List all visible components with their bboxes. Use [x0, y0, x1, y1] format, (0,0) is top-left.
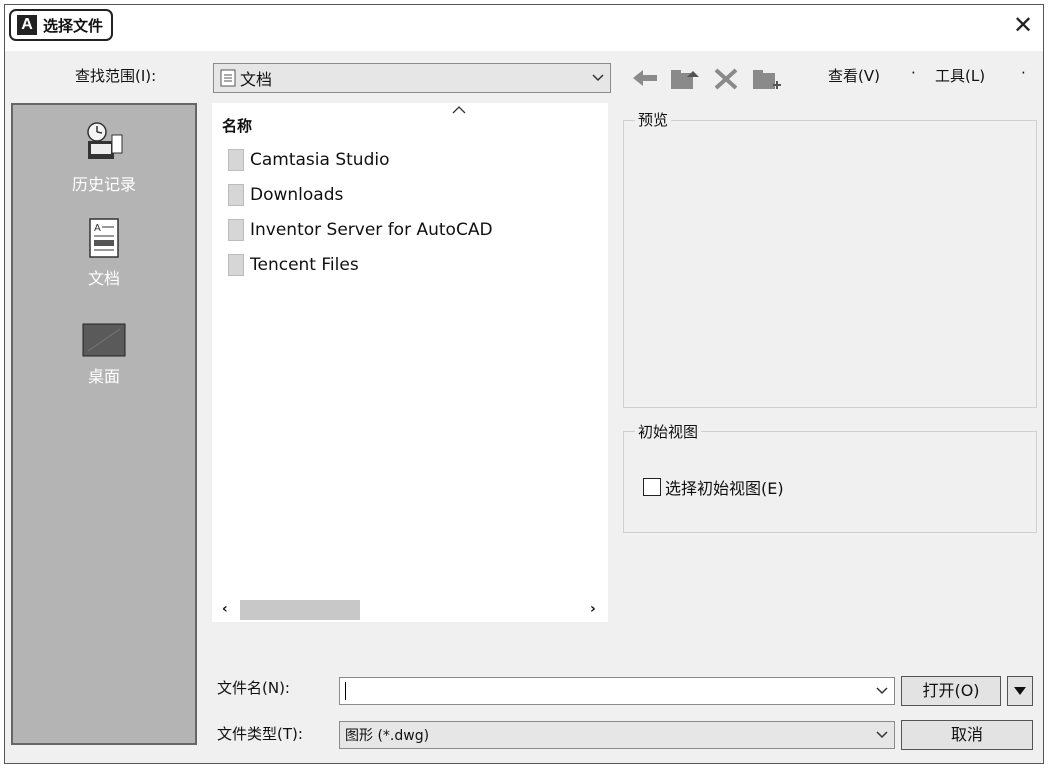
history-icon [87, 122, 123, 159]
preview-group [623, 120, 1037, 408]
filetype-dropdown[interactable]: 图形 (*.dwg) [339, 721, 895, 749]
file-list-item-label: Inventor Server for AutoCAD [250, 220, 493, 240]
documents-icon: A [89, 218, 119, 258]
autocad-logo-icon: A [17, 15, 37, 35]
select-initial-view-option[interactable]: 选择初始视图(E) [643, 475, 784, 499]
text-cursor [345, 682, 346, 700]
back-icon[interactable] [631, 67, 659, 89]
chevron-down-icon [592, 74, 604, 82]
look-in-dropdown[interactable]: 文档 [213, 63, 611, 93]
document-folder-icon [220, 69, 236, 87]
open-options-button[interactable] [1007, 676, 1033, 706]
caret-down-icon [1014, 687, 1026, 695]
file-list-pane[interactable]: 名称 Camtasia Studio Downloads Inventor Se… [212, 103, 608, 622]
scroll-right-icon[interactable]: › [590, 601, 596, 617]
close-button[interactable]: ✕ [1009, 11, 1037, 39]
file-list-item-label: Tencent Files [250, 255, 359, 275]
filename-input[interactable] [339, 677, 895, 705]
folder-icon [228, 149, 244, 171]
filename-label: 文件名(N): [217, 679, 290, 697]
select-file-dialog: A 选择文件 ✕ 查找范围(I): 文档 查看(V) · 工具(L) · 历史记… [4, 4, 1044, 764]
desktop-icon [82, 323, 126, 357]
title-chip: A 选择文件 [9, 9, 114, 41]
scroll-left-icon[interactable]: ‹ [222, 601, 228, 617]
new-folder-icon[interactable] [751, 67, 781, 91]
open-button[interactable]: 打开(O) [901, 676, 1001, 706]
up-one-level-icon[interactable] [669, 67, 699, 91]
name-column-header[interactable]: 名称 [222, 115, 252, 136]
folder-icon [228, 184, 244, 206]
places-bar: 历史记录 A 文档 桌面 [11, 103, 197, 745]
folder-icon [228, 219, 244, 241]
place-desktop[interactable]: 桌面 [13, 323, 195, 387]
tools-menu[interactable]: 工具(L) [935, 65, 985, 86]
look-in-label: 查找范围(I): [75, 67, 157, 85]
title-bar: A 选择文件 ✕ [5, 5, 1043, 51]
place-label-documents: 文档 [87, 269, 120, 288]
chevron-down-icon [876, 731, 888, 739]
place-label-history: 历史记录 [71, 175, 136, 194]
cancel-button[interactable]: 取消 [901, 720, 1033, 750]
folder-icon [228, 254, 244, 276]
place-history[interactable]: 历史记录 [13, 121, 195, 195]
file-list-item[interactable]: Tencent Files [228, 252, 359, 278]
file-list-item[interactable]: Camtasia Studio [228, 147, 389, 173]
select-initial-view-checkbox[interactable] [643, 478, 661, 496]
look-in-value: 文档 [240, 70, 273, 89]
svg-text:A: A [94, 223, 101, 234]
place-documents[interactable]: A 文档 [13, 217, 195, 289]
view-menu[interactable]: 查看(V) [828, 65, 880, 86]
preview-label: 预览 [635, 109, 672, 130]
delete-icon[interactable] [713, 67, 739, 91]
filetype-value: 图形 (*.dwg) [345, 728, 430, 744]
scroll-thumb[interactable] [240, 600, 360, 620]
file-list-item[interactable]: Inventor Server for AutoCAD [228, 217, 493, 243]
file-list-item[interactable]: Downloads [228, 182, 343, 208]
horizontal-scrollbar[interactable]: ‹ › [212, 598, 608, 622]
file-list-item-label: Downloads [250, 185, 344, 205]
menu-dot-tools: · [1021, 64, 1026, 82]
file-list-item-label: Camtasia Studio [250, 150, 390, 170]
menu-dot-view: · [911, 64, 916, 82]
place-label-desktop: 桌面 [87, 367, 120, 386]
sort-ascending-icon [452, 106, 466, 114]
initial-view-label: 初始视图 [635, 421, 702, 442]
filetype-label: 文件类型(T): [217, 725, 303, 743]
select-initial-view-label: 选择初始视图(E) [665, 479, 784, 498]
dialog-title: 选择文件 [43, 16, 104, 35]
chevron-down-icon [876, 687, 888, 695]
